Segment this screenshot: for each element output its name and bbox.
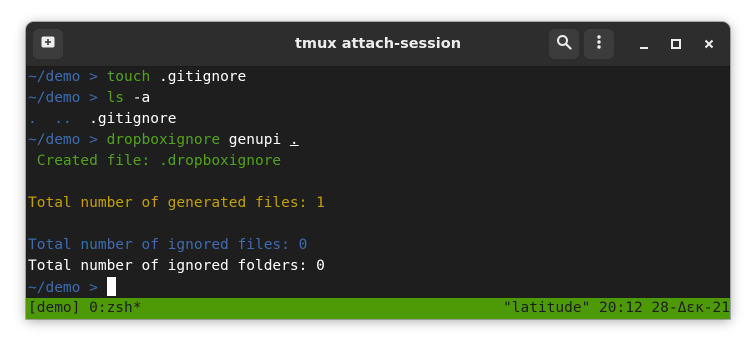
close-icon	[703, 35, 715, 54]
command: touch	[106, 69, 151, 85]
minimize-icon	[638, 35, 650, 54]
command-args: -a	[124, 90, 151, 106]
status-session-window[interactable]: [demo] 0:zsh*	[28, 298, 142, 319]
terminal-output[interactable]: ~/demo > touch .gitignore ~/demo > ls -a…	[26, 67, 730, 298]
terminal-line: ~/demo > touch .gitignore	[26, 67, 730, 88]
file-entry: .gitignore	[80, 111, 177, 127]
prompt: ~/demo >	[28, 132, 107, 148]
terminal-line: . .. .gitignore	[26, 109, 730, 130]
terminal-line: ~/demo > dropboxignore genupi .	[26, 130, 730, 151]
status-host-time: "latitude" 20:12 28-Δεκ-21	[503, 300, 730, 316]
terminal-line: ~/demo > ls -a	[26, 88, 730, 109]
titlebar: tmux attach-session	[26, 22, 730, 67]
search-button[interactable]	[549, 29, 579, 59]
terminal-line: ~/demo >	[26, 277, 730, 298]
command: dropboxignore	[106, 132, 221, 148]
text-cursor[interactable]	[106, 277, 116, 296]
search-icon	[556, 34, 572, 54]
maximize-icon	[670, 35, 682, 54]
command: ls	[106, 90, 125, 106]
prompt: ~/demo >	[28, 90, 107, 106]
tmux-status-bar: [demo] 0:zsh* "latitude" 20:12 28-Δεκ-21	[26, 298, 730, 319]
terminal-window: tmux attach-session ~/demo > touch .giti…	[26, 22, 730, 319]
command-path-arg: .	[289, 132, 299, 148]
output-generated-files: Total number of generated files: 1	[28, 195, 325, 211]
minimize-button[interactable]	[629, 29, 659, 59]
output-ignored-folders: Total number of ignored folders: 0	[28, 258, 325, 274]
command-args: .gitignore	[150, 69, 247, 85]
maximize-button[interactable]	[661, 29, 691, 59]
command-args: genupi	[220, 132, 290, 148]
prompt: ~/demo >	[28, 69, 107, 85]
output-created-file: Created file: .dropboxignore	[28, 153, 282, 169]
dir-entries: . ..	[28, 111, 81, 127]
close-button[interactable]	[694, 29, 724, 59]
output-ignored-files: Total number of ignored files: 0	[28, 237, 308, 253]
prompt: ~/demo >	[28, 280, 107, 296]
kebab-menu-icon	[591, 34, 607, 54]
window-title: tmux attach-session	[294, 36, 462, 52]
menu-button[interactable]	[584, 29, 614, 59]
